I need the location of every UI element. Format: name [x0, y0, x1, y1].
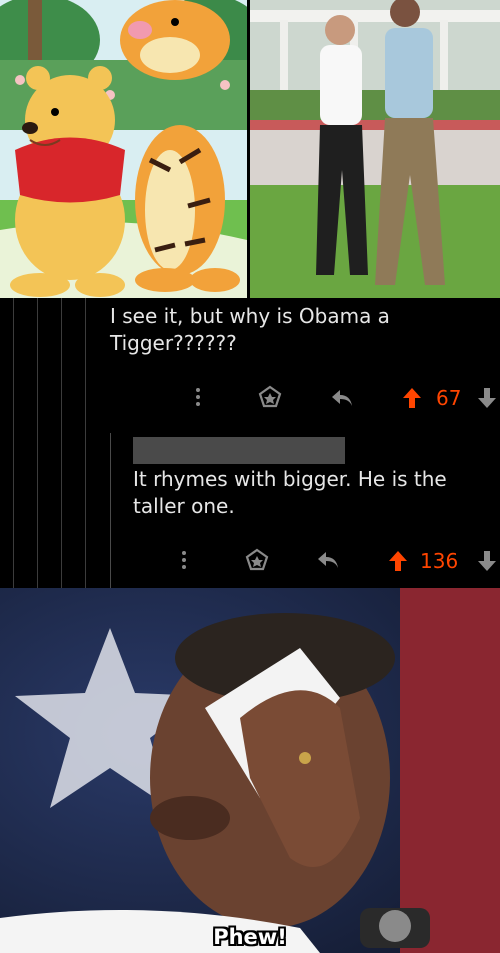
thread-indent-line[interactable]: [61, 298, 62, 588]
more-options-icon[interactable]: [180, 549, 188, 575]
downvote-icon[interactable]: [477, 387, 497, 413]
walking-men-illustration: [250, 0, 500, 298]
award-icon[interactable]: [258, 385, 282, 413]
meme-illustration: [0, 588, 500, 953]
meme-caption: Phew!: [213, 925, 287, 949]
comment-body: I see it, but why is Obama a Tigger?????…: [110, 304, 390, 355]
thread-indent-line[interactable]: [110, 433, 111, 588]
vote-score: 136: [420, 549, 459, 573]
upvote-icon[interactable]: [402, 387, 422, 413]
cartoon-image: [0, 0, 247, 298]
downvote-icon[interactable]: [477, 550, 497, 576]
thread-indent-line[interactable]: [37, 298, 38, 588]
two-men-walking-photo: [250, 0, 500, 298]
vote-score: 67: [436, 386, 462, 410]
thread-indent-line[interactable]: [13, 298, 14, 588]
pooh-tigger-illustration: [0, 0, 247, 298]
more-options-icon[interactable]: [194, 386, 202, 412]
reply-icon[interactable]: [316, 550, 340, 574]
upvote-icon[interactable]: [388, 550, 408, 576]
comment-body: It rhymes with bigger. He is the taller …: [133, 467, 447, 518]
redacted-username: [133, 437, 345, 464]
award-icon[interactable]: [245, 548, 269, 576]
reply-icon[interactable]: [330, 388, 354, 412]
thread-indent-line[interactable]: [85, 298, 86, 588]
man-wiping-forehead-photo: [0, 588, 500, 953]
